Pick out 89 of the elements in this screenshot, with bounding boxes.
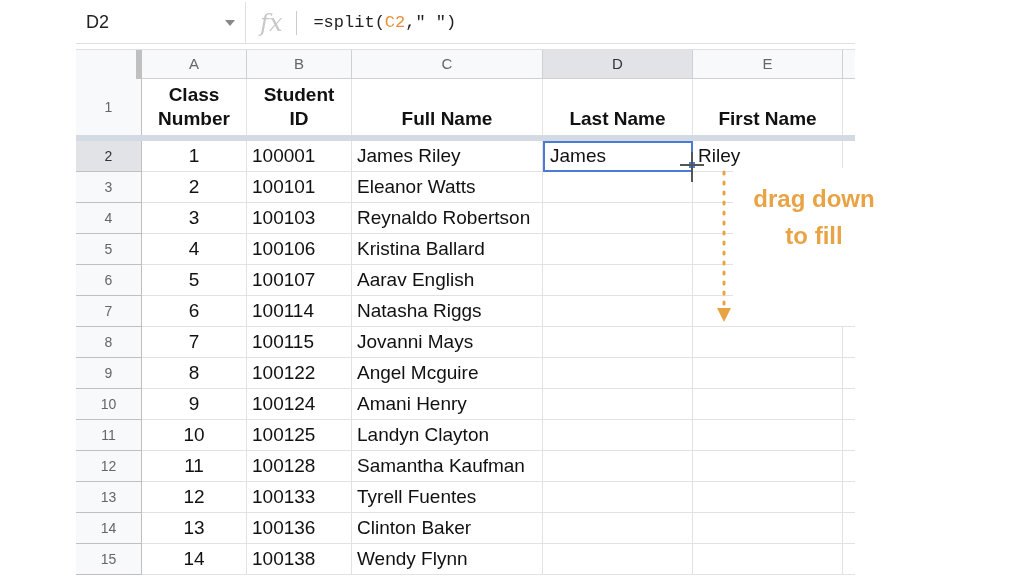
empty-cell[interactable] — [693, 482, 843, 513]
table-cell[interactable]: 2 — [142, 172, 247, 203]
selected-cell[interactable]: James — [543, 141, 693, 172]
table-cell[interactable]: 100103 — [247, 203, 352, 234]
row-header[interactable]: 1 — [76, 79, 142, 135]
table-cell[interactable]: 5 — [142, 265, 247, 296]
empty-cell[interactable] — [693, 420, 843, 451]
table-cell[interactable]: Reynaldo Robertson — [352, 203, 543, 234]
row-header[interactable]: 10 — [76, 389, 142, 420]
table-cell[interactable]: 13 — [142, 513, 247, 544]
empty-cell[interactable] — [543, 327, 693, 358]
table-cell[interactable]: 100128 — [247, 451, 352, 482]
table-cell[interactable]: Landyn Clayton — [352, 420, 543, 451]
column-header[interactable]: E — [693, 50, 843, 79]
table-cell[interactable]: James Riley — [352, 141, 543, 172]
empty-cell[interactable] — [693, 513, 843, 544]
row-header[interactable]: 4 — [76, 203, 142, 234]
row-header[interactable]: 8 — [76, 327, 142, 358]
table-cell[interactable]: Tyrell Fuentes — [352, 482, 543, 513]
formula-field[interactable]: =split(C2," ") — [313, 9, 457, 36]
empty-cell[interactable] — [693, 327, 843, 358]
table-cell[interactable]: 100138 — [247, 544, 352, 575]
table-cell[interactable]: 100115 — [247, 327, 352, 358]
empty-cell[interactable] — [543, 234, 693, 265]
row-header[interactable]: 2 — [76, 141, 142, 172]
table-cell[interactable]: 4 — [142, 234, 247, 265]
empty-cell[interactable] — [693, 544, 843, 575]
empty-cell[interactable] — [543, 296, 693, 327]
table-cell[interactable]: Eleanor Watts — [352, 172, 543, 203]
row-header[interactable]: 3 — [76, 172, 142, 203]
row-header[interactable]: 7 — [76, 296, 142, 327]
select-all-corner[interactable] — [76, 50, 137, 79]
dropdown-caret-icon[interactable] — [225, 19, 235, 26]
table-cell[interactable]: Clinton Baker — [352, 513, 543, 544]
column-header[interactable]: A — [142, 50, 247, 79]
empty-cell[interactable] — [693, 389, 843, 420]
empty-cell[interactable] — [543, 203, 693, 234]
name-box-value: D2 — [86, 11, 109, 34]
row-header[interactable]: 11 — [76, 420, 142, 451]
empty-cell[interactable] — [543, 265, 693, 296]
table-cell[interactable]: 100114 — [247, 296, 352, 327]
table-cell[interactable]: 9 — [142, 389, 247, 420]
table-cell[interactable]: Wendy Flynn — [352, 544, 543, 575]
row-header[interactable]: 9 — [76, 358, 142, 389]
table-cell[interactable]: 100125 — [247, 420, 352, 451]
row-header[interactable]: 15 — [76, 544, 142, 575]
empty-cell[interactable] — [693, 451, 843, 482]
table-cell[interactable]: 10 — [142, 420, 247, 451]
table-cell[interactable]: 7 — [142, 327, 247, 358]
table-cell[interactable]: 100001 — [247, 141, 352, 172]
empty-cell[interactable] — [543, 482, 693, 513]
table-cell[interactable]: 100101 — [247, 172, 352, 203]
table-cell[interactable]: 100122 — [247, 358, 352, 389]
column-header[interactable]: D — [543, 50, 693, 79]
table-cell[interactable]: Aarav English — [352, 265, 543, 296]
row-header[interactable]: 13 — [76, 482, 142, 513]
empty-cell[interactable] — [543, 451, 693, 482]
table-cell[interactable]: Samantha Kaufman — [352, 451, 543, 482]
table-cell[interactable]: 3 — [142, 203, 247, 234]
column-header[interactable]: B — [247, 50, 352, 79]
table-cell[interactable]: 11 — [142, 451, 247, 482]
table-cell[interactable]: 14 — [142, 544, 247, 575]
table-cell[interactable]: 12 — [142, 482, 247, 513]
empty-cell[interactable] — [543, 544, 693, 575]
table-cell[interactable]: 6 — [142, 296, 247, 327]
table-cell[interactable]: Jovanni Mays — [352, 327, 543, 358]
empty-cell[interactable] — [543, 358, 693, 389]
empty-cell[interactable] — [543, 513, 693, 544]
table-cell[interactable]: 100106 — [247, 234, 352, 265]
freeze-handle[interactable] — [137, 50, 142, 79]
table-cell[interactable]: 100107 — [247, 265, 352, 296]
empty-cell[interactable] — [543, 389, 693, 420]
row-header[interactable]: 14 — [76, 513, 142, 544]
table-cell[interactable]: 8 — [142, 358, 247, 389]
empty-cell[interactable] — [543, 420, 693, 451]
table-cell[interactable]: 100124 — [247, 389, 352, 420]
row-header[interactable]: 12 — [76, 451, 142, 482]
empty-cell[interactable] — [693, 358, 843, 389]
table-cell[interactable]: 100136 — [247, 513, 352, 544]
table-cell[interactable]: Angel Mcguire — [352, 358, 543, 389]
row-header[interactable]: 6 — [76, 265, 142, 296]
table-cell[interactable]: 1 — [142, 141, 247, 172]
column-header[interactable] — [843, 50, 855, 79]
table-cell[interactable]: Amani Henry — [352, 389, 543, 420]
table-cell[interactable]: Natasha Riggs — [352, 296, 543, 327]
column-header[interactable]: C — [352, 50, 543, 79]
row-header[interactable]: 5 — [76, 234, 142, 265]
table-cell[interactable]: 100133 — [247, 482, 352, 513]
table-cell[interactable]: Kristina Ballard — [352, 234, 543, 265]
